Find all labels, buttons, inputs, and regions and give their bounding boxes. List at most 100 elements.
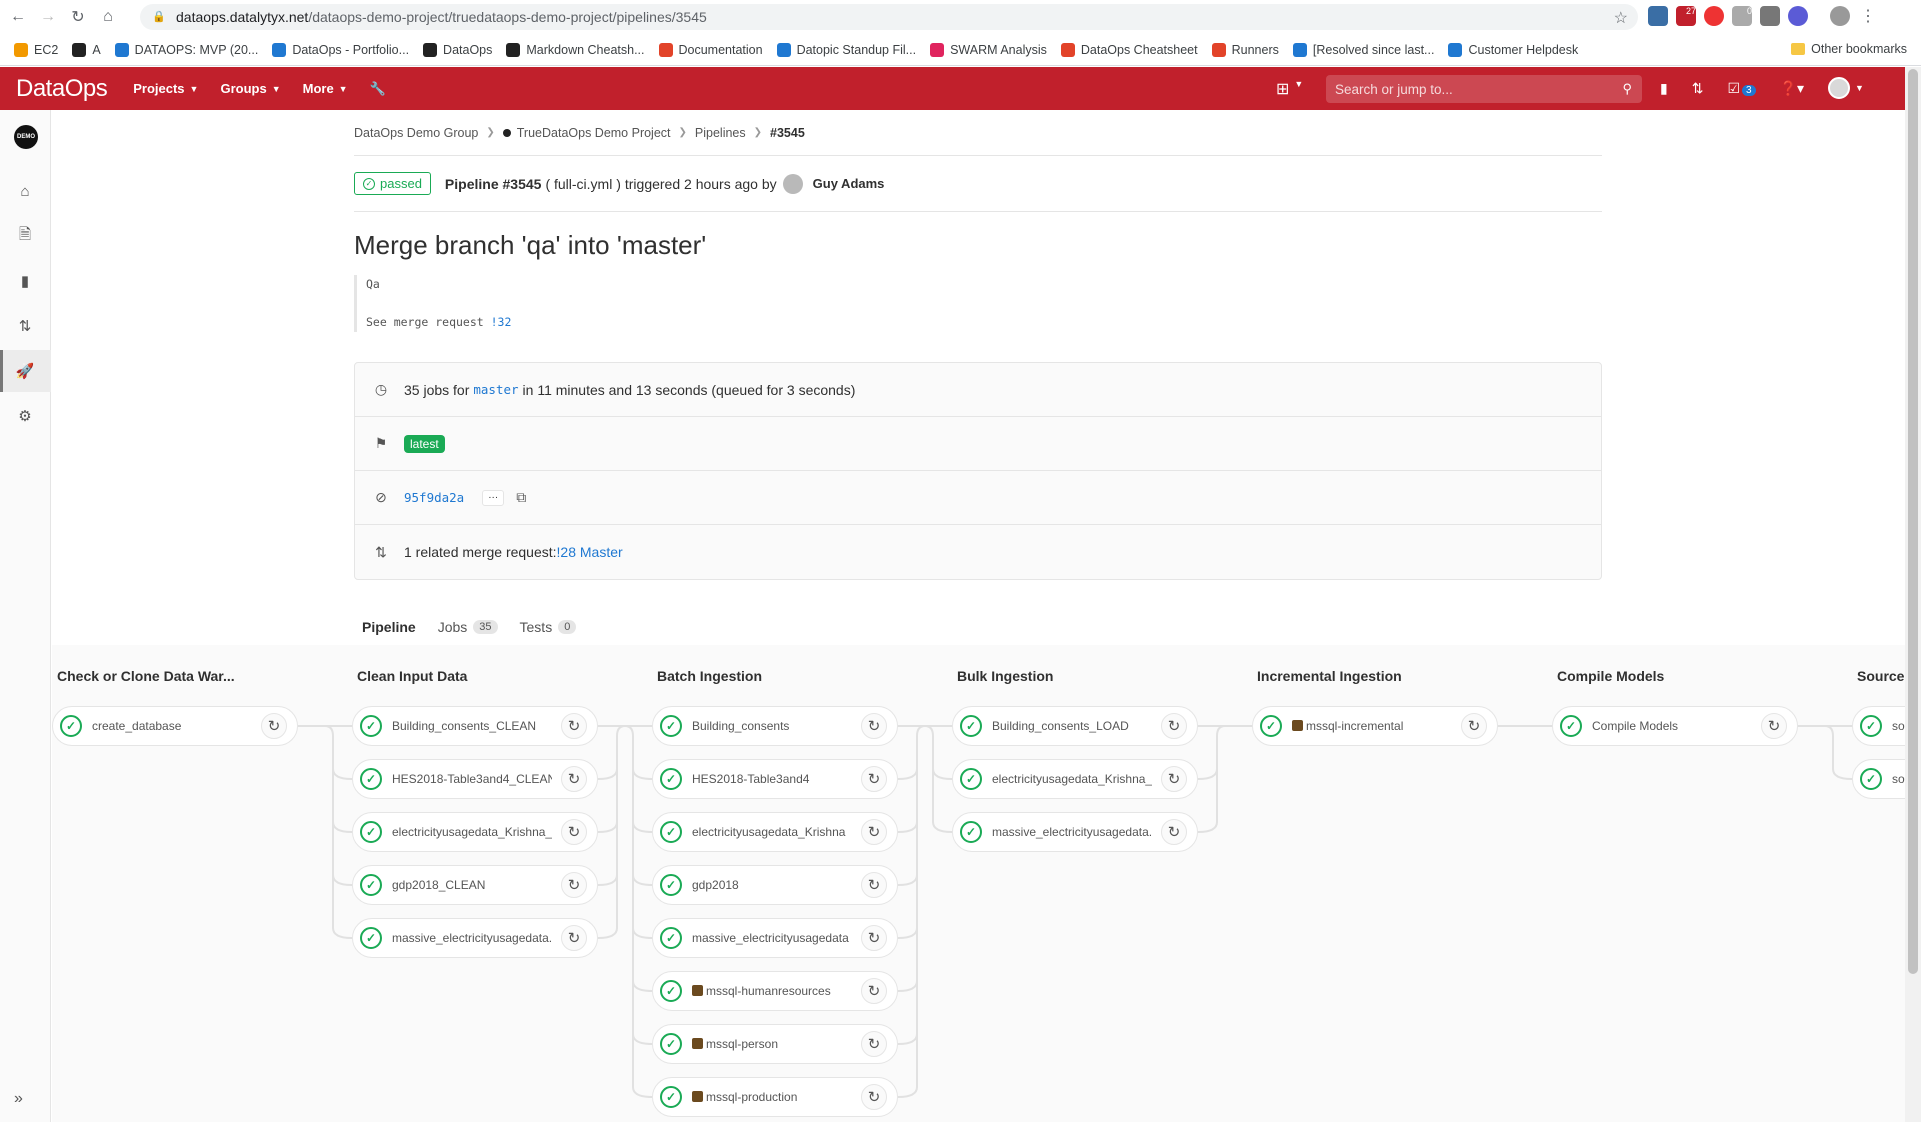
pipeline-job[interactable]: ✓ mssql-incremental ↻ — [1252, 706, 1498, 746]
calendar-extension-icon[interactable]: 27 — [1676, 6, 1696, 26]
pipeline-job[interactable]: ✓ mssql-production ↻ — [652, 1077, 898, 1117]
retry-icon[interactable]: ↻ — [861, 713, 887, 739]
expand-commit-button[interactable]: ··· — [482, 489, 505, 506]
issues-icon[interactable]: ▮ — [1660, 80, 1668, 97]
scrollbar-thumb[interactable] — [1908, 69, 1918, 974]
logo[interactable]: DataOps — [16, 75, 108, 103]
bookmark-item[interactable]: DataOps Cheatsheet — [1060, 42, 1198, 57]
back-icon[interactable]: ← — [6, 5, 30, 29]
breadcrumb-project[interactable]: TrueDataOps Demo Project — [517, 126, 671, 140]
pipeline-job[interactable]: ✓ massive_electricityusagedata... ↻ — [952, 812, 1198, 852]
nav-more[interactable]: More ▼ — [303, 81, 348, 96]
bookmark-item[interactable]: DataOps — [423, 42, 492, 57]
user-menu[interactable]: ▼ — [1828, 77, 1864, 99]
address-bar[interactable]: 🔒 dataops.datalytyx.net/dataops-demo-pro… — [140, 4, 1638, 30]
bookmark-item[interactable]: Runners — [1211, 42, 1279, 57]
branch-link[interactable]: master — [473, 382, 518, 397]
pipeline-job[interactable]: ✓ Building_consents_CLEAN ↻ — [352, 706, 598, 746]
bookmark-item[interactable]: A — [72, 42, 101, 57]
breadcrumb-current[interactable]: #3545 — [770, 126, 805, 140]
retry-icon[interactable]: ↻ — [561, 819, 587, 845]
pipeline-job[interactable]: ✓ mssql-humanresources ↻ — [652, 971, 898, 1011]
document-icon[interactable]: 🗎 — [14, 225, 36, 247]
extension-icon[interactable] — [1648, 6, 1668, 26]
bookmark-item[interactable]: Markdown Cheatsh... — [506, 42, 645, 57]
extension-icon[interactable]: 0 — [1732, 6, 1752, 26]
breadcrumb-group[interactable]: DataOps Demo Group — [354, 126, 478, 140]
retry-icon[interactable]: ↻ — [261, 713, 287, 739]
status-badge[interactable]: ✓ passed — [354, 172, 431, 195]
pipeline-job[interactable]: ✓ electricityusagedata_Krishna_... ↻ — [352, 812, 598, 852]
retry-icon[interactable]: ↻ — [1761, 713, 1787, 739]
retry-icon[interactable]: ↻ — [1161, 819, 1187, 845]
pipeline-job[interactable]: ✓ gdp2018_CLEAN ↻ — [352, 865, 598, 905]
bookmark-item[interactable]: [Resolved since last... — [1292, 42, 1434, 57]
other-bookmarks[interactable]: Other bookmarks — [1791, 42, 1907, 56]
pipeline-job[interactable]: ✓source_↻ — [1852, 759, 1905, 799]
home-icon[interactable]: ⌂ — [96, 5, 120, 29]
issues-icon[interactable]: ▮ — [14, 270, 36, 292]
collapse-sidebar-icon[interactable]: » — [14, 1090, 23, 1108]
home-icon[interactable]: ⌂ — [14, 180, 36, 202]
breadcrumb-pipelines[interactable]: Pipelines — [695, 126, 746, 140]
retry-icon[interactable]: ↻ — [561, 713, 587, 739]
bookmark-item[interactable]: Datopic Standup Fil... — [776, 42, 916, 57]
bookmark-item[interactable]: DataOps - Portfolio... — [272, 42, 409, 57]
pipeline-job[interactable]: ✓ massive_electricityusagedata... ↻ — [352, 918, 598, 958]
user-name[interactable]: Guy Adams — [813, 176, 885, 191]
help-icon[interactable]: ❓▾ — [1780, 80, 1804, 97]
shield-extension-icon[interactable] — [1760, 6, 1780, 26]
nav-groups[interactable]: Groups ▼ — [220, 81, 280, 96]
pipeline-job[interactable]: ✓ Building_consents ↻ — [652, 706, 898, 746]
merge-request-link[interactable]: !32 — [491, 315, 512, 329]
retry-icon[interactable]: ↻ — [861, 1084, 887, 1110]
bookmark-item[interactable]: Customer Helpdesk — [1448, 42, 1578, 57]
forward-icon[interactable]: → — [36, 5, 60, 29]
page-scrollbar[interactable] — [1905, 67, 1921, 1122]
avatar[interactable] — [782, 173, 803, 194]
retry-icon[interactable]: ↻ — [1461, 713, 1487, 739]
pipeline-job[interactable]: ✓ create_database ↻ — [52, 706, 298, 746]
search-input[interactable]: Search or jump to... ⚲ — [1326, 75, 1642, 103]
reload-icon[interactable]: ↻ — [66, 5, 90, 29]
pipeline-job[interactable]: ✓source_↻ — [1852, 706, 1905, 746]
new-dropdown[interactable]: ⊞ ▼ — [1276, 79, 1303, 99]
admin-wrench-icon[interactable]: 🔧 — [370, 81, 386, 97]
pipeline-job[interactable]: ✓ HES2018-Table3and4_CLEAN ↻ — [352, 759, 598, 799]
commit-sha-link[interactable]: 95f9da2a — [404, 490, 464, 505]
retry-icon[interactable]: ↻ — [861, 872, 887, 898]
pipeline-job[interactable]: ✓ gdp2018 ↻ — [652, 865, 898, 905]
retry-icon[interactable]: ↻ — [861, 819, 887, 845]
menu-dots-icon[interactable]: ⋮ — [1858, 6, 1878, 26]
retry-icon[interactable]: ↻ — [561, 872, 587, 898]
merge-request-icon[interactable]: ⇅ — [14, 315, 36, 337]
bookmark-item[interactable]: Documentation — [658, 42, 763, 57]
pipeline-job[interactable]: ✓ electricityusagedata_Krishna_... ↻ — [952, 759, 1198, 799]
bookmark-item[interactable]: SWARM Analysis — [930, 42, 1047, 57]
pipeline-job[interactable]: ✓ mssql-person ↻ — [652, 1024, 898, 1064]
nav-projects[interactable]: Projects ▼ — [133, 81, 198, 96]
project-avatar[interactable]: DEMO — [14, 125, 38, 149]
pipeline-job[interactable]: ✓ massive_electricityusagedata ↻ — [652, 918, 898, 958]
retry-icon[interactable]: ↻ — [861, 925, 887, 951]
settings-icon[interactable]: ⚙ — [14, 405, 36, 427]
retry-icon[interactable]: ↻ — [561, 925, 587, 951]
retry-icon[interactable]: ↻ — [561, 766, 587, 792]
retry-icon[interactable]: ↻ — [1161, 713, 1187, 739]
pipeline-job[interactable]: ✓ Compile Models ↻ — [1552, 706, 1798, 746]
related-mr-link[interactable]: !28 Master — [557, 544, 623, 560]
retry-icon[interactable]: ↻ — [1161, 766, 1187, 792]
rocket-icon[interactable]: 🚀 — [14, 360, 36, 382]
pipeline-job[interactable]: ✓ HES2018-Table3and4 ↻ — [652, 759, 898, 799]
retry-icon[interactable]: ↻ — [861, 766, 887, 792]
retry-icon[interactable]: ↻ — [861, 978, 887, 1004]
copy-icon[interactable]: ⧉ — [516, 489, 526, 506]
todos-button[interactable]: ☑ 3 — [1727, 80, 1756, 97]
adblock-icon[interactable] — [1704, 6, 1724, 26]
extension-icon[interactable] — [1788, 6, 1808, 26]
retry-icon[interactable]: ↻ — [861, 1031, 887, 1057]
pipeline-job[interactable]: ✓ electricityusagedata_Krishna ↻ — [652, 812, 898, 852]
bookmark-item[interactable]: EC2 — [14, 42, 58, 57]
bookmark-item[interactable]: DATAOPS: MVP (20... — [114, 42, 258, 57]
pipeline-job[interactable]: ✓ Building_consents_LOAD ↻ — [952, 706, 1198, 746]
